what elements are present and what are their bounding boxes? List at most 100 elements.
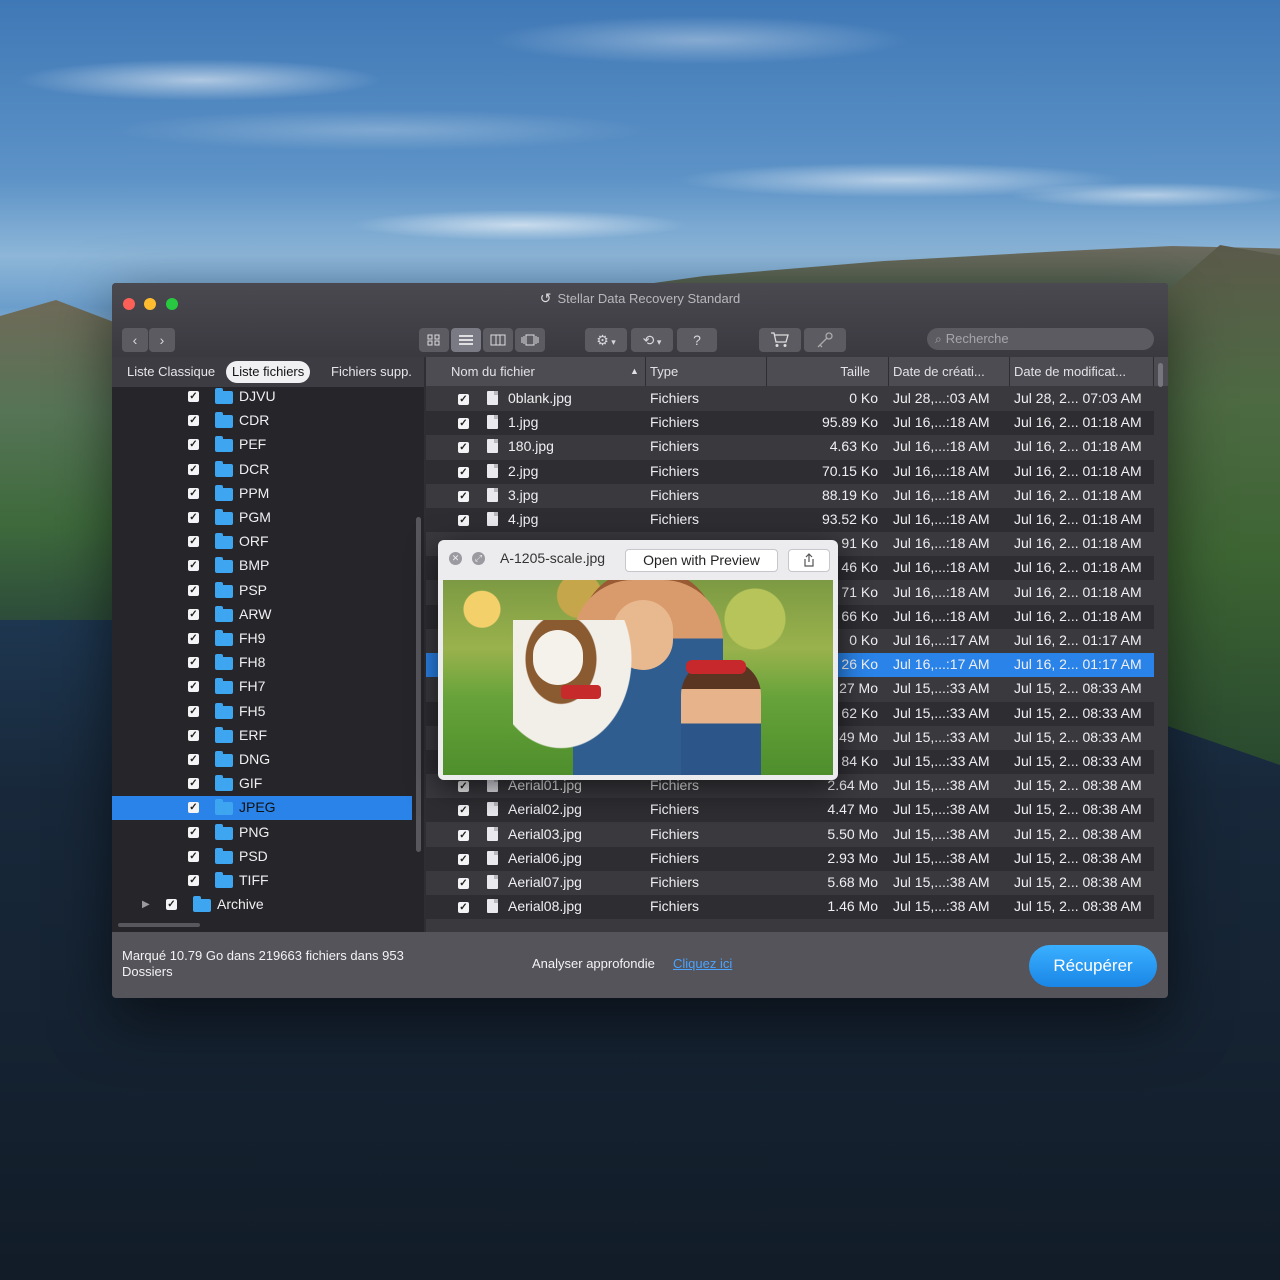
table-row[interactable]: ✓ Aerial02.jpg Fichiers 4.47 Mo Jul 15,...:3… [426, 798, 1154, 823]
folder-item[interactable]: ✓ PEF [112, 433, 412, 457]
coverflow-view-button[interactable] [515, 328, 545, 352]
open-with-preview-button[interactable]: Open with Preview [625, 549, 778, 572]
table-row[interactable]: ✓ Aerial03.jpg Fichiers 5.50 Mo Jul 15,...:3… [426, 823, 1154, 847]
table-row[interactable]: ✓ Aerial08.jpg Fichiers 1.46 Mo Jul 15,...:3… [426, 895, 1154, 920]
row-checkbox[interactable]: ✓ [458, 781, 469, 793]
folder-item[interactable]: ✓ PNG [112, 821, 412, 845]
folder-checkbox[interactable]: ✓ [188, 415, 199, 427]
table-row[interactable]: ✓ 2.jpg Fichiers 70.15 Ko Jul 16,...:18 AM Ju… [426, 459, 1154, 484]
folder-item[interactable]: ✓ ORF [112, 530, 412, 554]
icon-view-button[interactable] [419, 328, 449, 352]
disclosure-triangle-icon[interactable]: ▶ [142, 899, 150, 910]
folder-item[interactable]: ✓ DNG [112, 748, 412, 772]
folder-item[interactable]: ✓ FH5 [112, 700, 412, 724]
folder-item[interactable]: ✓ PSP [112, 579, 412, 603]
folder-item[interactable]: ✓ TIFF [112, 869, 412, 893]
folder-checkbox[interactable]: ✓ [188, 584, 199, 596]
folder-checkbox[interactable]: ✓ [188, 681, 199, 693]
preview-fullscreen-button[interactable]: ⤢ [472, 552, 485, 565]
row-checkbox[interactable]: ✓ [458, 394, 469, 405]
folder-item[interactable]: ✓ GIF [112, 772, 412, 796]
folder-label: DJVU [239, 388, 276, 404]
row-checkbox[interactable]: ✓ [458, 878, 469, 889]
folder-checkbox[interactable]: ✓ [188, 802, 199, 814]
row-checkbox[interactable]: ✓ [458, 902, 469, 914]
row-checkbox[interactable]: ✓ [458, 418, 469, 430]
column-header-modified[interactable]: Date de modificat... [1010, 357, 1154, 386]
folder-checkbox[interactable]: ✓ [188, 560, 199, 572]
folder-checkbox[interactable]: ✓ [188, 826, 199, 838]
folder-checkbox[interactable]: ✓ [188, 608, 199, 620]
folder-item[interactable]: ✓ DCR [112, 458, 412, 482]
list-view-button[interactable] [451, 328, 481, 352]
folder-item[interactable]: ✓ DJVU [112, 385, 412, 409]
help-button[interactable]: ? [677, 328, 717, 352]
table-row[interactable]: ✓ 4.jpg Fichiers 93.52 Ko Jul 16,...:18 AM Ju… [426, 508, 1154, 532]
back-button[interactable]: ‹ [122, 328, 148, 352]
folder-checkbox[interactable]: ✓ [188, 875, 199, 886]
activate-button[interactable] [804, 328, 846, 352]
forward-button[interactable]: › [149, 328, 175, 352]
table-row[interactable]: ✓ 180.jpg Fichiers 4.63 Ko Jul 16,...:18 AM J… [426, 435, 1154, 459]
folder-checkbox[interactable]: ✓ [166, 899, 177, 911]
folder-checkbox[interactable]: ✓ [188, 512, 199, 523]
folder-checkbox[interactable]: ✓ [188, 487, 199, 499]
file-list-scrollbar[interactable] [1158, 363, 1163, 387]
folder-checkbox[interactable]: ✓ [188, 729, 199, 741]
folder-checkbox[interactable]: ✓ [188, 536, 199, 548]
tab-fichiers-supp[interactable]: Fichiers supp. [331, 361, 412, 383]
tab-liste-classique[interactable]: Liste Classique [127, 361, 215, 383]
folder-item[interactable]: ✓ PSD [112, 845, 412, 869]
folder-item[interactable]: ✓ FH8 [112, 651, 412, 675]
sidebar-horizontal-scrollbar[interactable] [118, 923, 200, 927]
column-header-created[interactable]: Date de créati... [889, 357, 1010, 386]
folder-checkbox[interactable]: ✓ [188, 633, 199, 644]
folder-checkbox[interactable]: ✓ [188, 657, 199, 669]
row-checkbox[interactable]: ✓ [458, 490, 469, 502]
column-header-name[interactable]: Nom du fichier ▲ [426, 357, 646, 386]
table-row[interactable]: ✓ Aerial06.jpg Fichiers 2.93 Mo Jul 15,...:3… [426, 846, 1154, 871]
folder-item[interactable]: ✓ CDR [112, 409, 412, 433]
folder-checkbox[interactable]: ✓ [188, 778, 199, 790]
folder-item[interactable]: ✓ BMP [112, 554, 412, 578]
folder-checkbox[interactable]: ✓ [188, 391, 199, 402]
tab-liste-fichiers[interactable]: Liste fichiers [226, 361, 311, 383]
preview-close-button[interactable]: ✕ [449, 552, 462, 565]
folder-checkbox[interactable]: ✓ [188, 463, 199, 475]
settings-button[interactable]: ⚙ ▾ [585, 328, 627, 352]
row-checkbox[interactable]: ✓ [458, 515, 469, 526]
row-checkbox[interactable]: ✓ [458, 466, 469, 478]
folder-item[interactable]: ✓ ERF [112, 724, 412, 748]
row-checkbox[interactable]: ✓ [458, 442, 469, 454]
folder-item[interactable]: ✓ PPM [112, 482, 412, 506]
folder-checkbox[interactable]: ✓ [188, 850, 199, 862]
table-row[interactable]: ✓ 0blank.jpg Fichiers 0 Ko Jul 28,...:03 AM J… [426, 387, 1154, 411]
folder-item[interactable]: ✓ FH7 [112, 675, 412, 699]
folder-item[interactable]: ✓ JPEG [112, 796, 412, 821]
column-view-button[interactable] [483, 328, 513, 352]
row-checkbox[interactable]: ✓ [458, 805, 469, 817]
folder-item[interactable]: ✓ FH9 [112, 627, 412, 651]
table-row[interactable]: ✓ Aerial07.jpg Fichiers 5.68 Mo Jul 15,...:3… [426, 871, 1154, 895]
history-button[interactable]: ⟲ ▾ [631, 328, 673, 352]
table-row[interactable]: ✓ 1.jpg Fichiers 95.89 Ko Jul 16,...:18 AM Ju… [426, 411, 1154, 436]
column-header-type[interactable]: Type [646, 357, 767, 386]
row-checkbox[interactable]: ✓ [458, 853, 469, 865]
deep-scan-link[interactable]: Cliquez ici [673, 956, 732, 971]
row-checkbox[interactable]: ✓ [458, 829, 469, 841]
folder-checkbox[interactable]: ✓ [188, 754, 199, 765]
table-row[interactable]: ✓ 3.jpg Fichiers 88.19 Ko Jul 16,...:18 AM Ju… [426, 484, 1154, 508]
file-created: Jul 16,...:18 AM [893, 559, 990, 576]
folder-item[interactable]: ✓ PGM [112, 506, 412, 530]
buy-button[interactable] [759, 328, 801, 352]
question-icon: ? [693, 332, 701, 348]
folder-checkbox[interactable]: ✓ [188, 705, 199, 717]
sidebar-scrollbar[interactable] [416, 517, 421, 852]
column-header-size[interactable]: Taille [767, 357, 889, 386]
folder-item-archive[interactable]: ▶ ✓ Archive [112, 893, 412, 917]
search-input[interactable]: ⌕ Recherche [927, 328, 1154, 350]
share-button[interactable] [788, 549, 830, 572]
folder-checkbox[interactable]: ✓ [188, 439, 199, 451]
recover-button[interactable]: Récupérer [1029, 945, 1157, 987]
folder-item[interactable]: ✓ ARW [112, 603, 412, 627]
